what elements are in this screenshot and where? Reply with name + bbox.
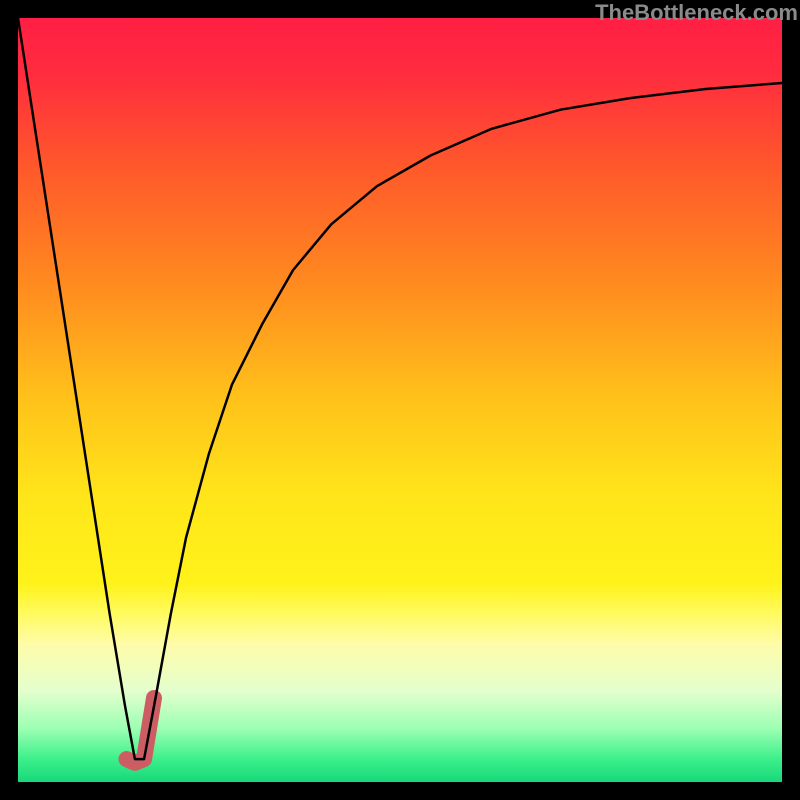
gradient-background [18, 18, 782, 782]
chart-frame [18, 18, 782, 782]
watermark-text: TheBottleneck.com [595, 0, 798, 26]
bottleneck-chart [18, 18, 782, 782]
